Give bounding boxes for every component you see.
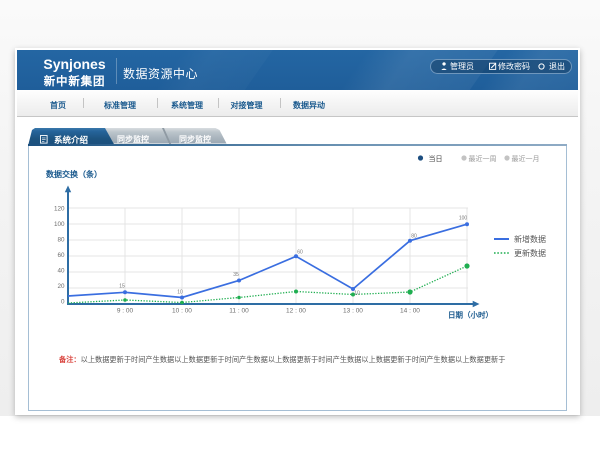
svg-text:0: 0 <box>61 299 65 306</box>
svg-text:新增数据: 新增数据 <box>514 234 546 244</box>
svg-text:60: 60 <box>57 252 65 259</box>
svg-text:10: 10 <box>354 291 360 297</box>
svg-text:更新数据: 更新数据 <box>514 248 546 258</box>
svg-text:10: 10 <box>177 290 183 296</box>
svg-text:40: 40 <box>57 268 65 275</box>
svg-text:数据交换（条）: 数据交换（条） <box>46 169 102 179</box>
svg-text:120: 120 <box>54 206 65 213</box>
svg-text:最近一周: 最近一周 <box>469 154 497 163</box>
svg-text:35: 35 <box>233 272 239 278</box>
svg-text:60: 60 <box>297 250 303 256</box>
svg-text:15: 15 <box>119 284 125 290</box>
svg-text:13 : 00: 13 : 00 <box>343 308 363 315</box>
svg-text:14 : 00: 14 : 00 <box>400 308 420 315</box>
svg-text:12 : 00: 12 : 00 <box>286 308 306 315</box>
svg-text:最近一月: 最近一月 <box>512 154 540 163</box>
svg-text:10 : 00: 10 : 00 <box>172 308 192 315</box>
svg-text:100: 100 <box>54 221 65 228</box>
svg-text:日期（小时）: 日期（小时） <box>448 310 493 320</box>
svg-text:9 : 00: 9 : 00 <box>117 308 134 315</box>
svg-text:100: 100 <box>459 216 468 222</box>
svg-text:20: 20 <box>57 283 65 290</box>
svg-text:当日: 当日 <box>429 154 443 163</box>
svg-text:80: 80 <box>57 237 65 244</box>
svg-text:11 : 00: 11 : 00 <box>229 308 249 315</box>
svg-text:80: 80 <box>411 234 417 240</box>
